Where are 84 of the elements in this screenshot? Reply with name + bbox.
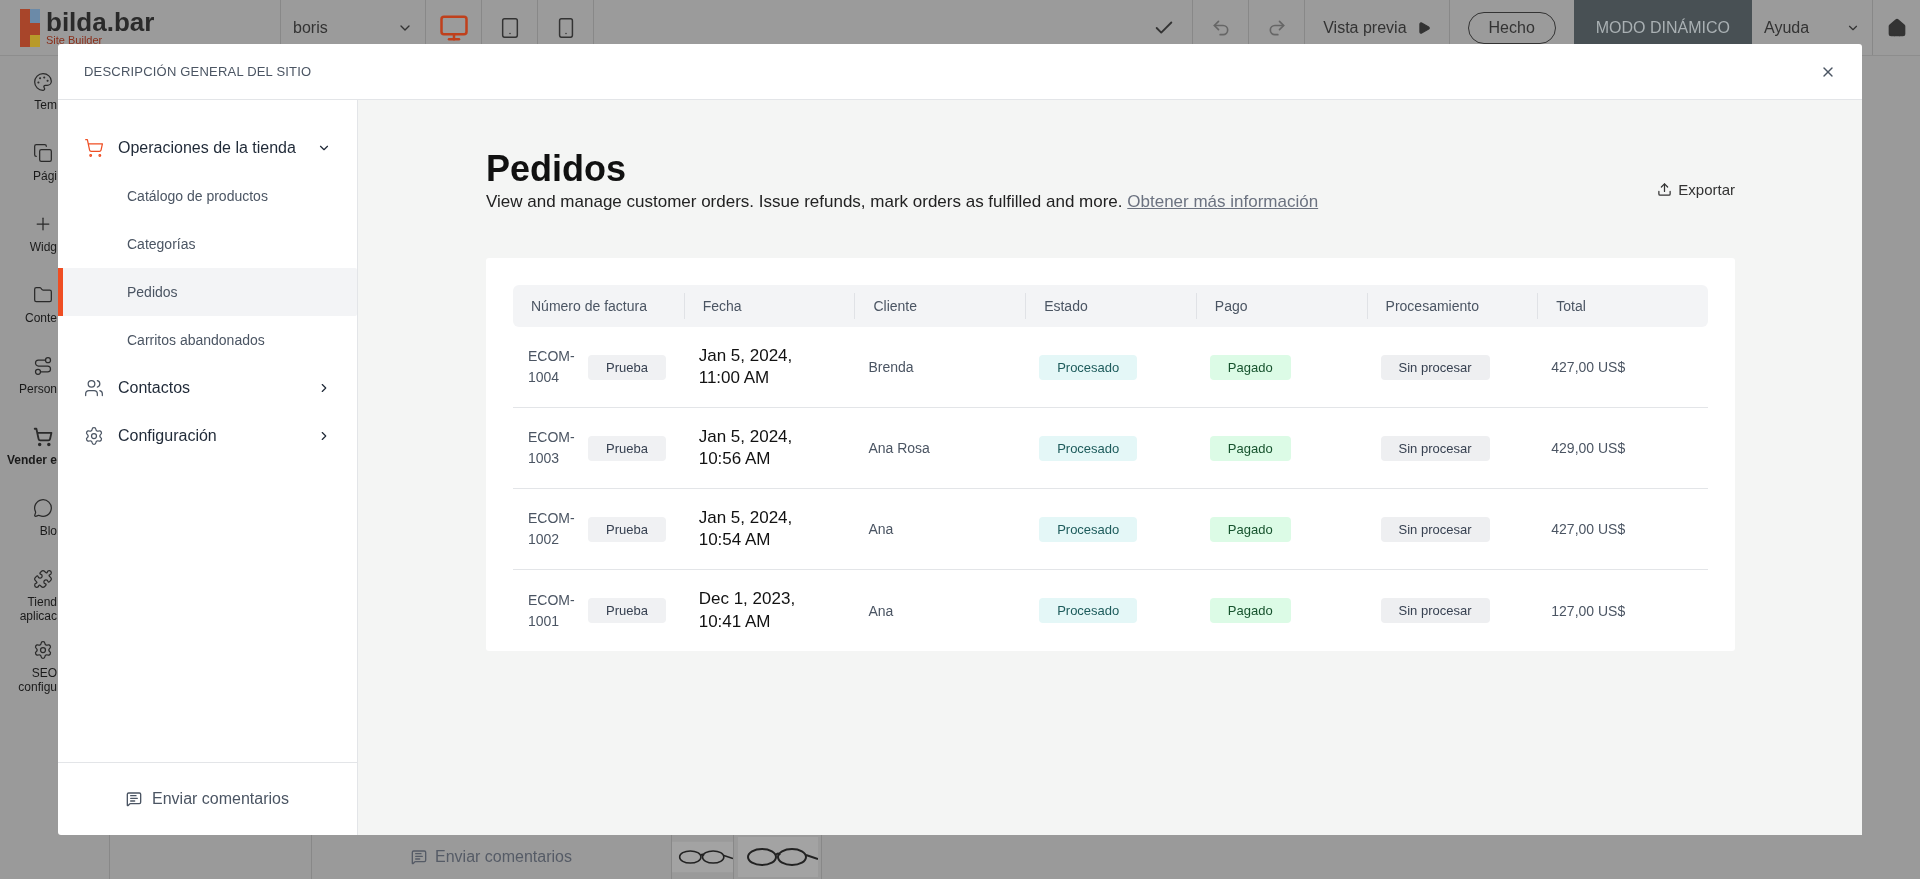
customer-name: Brenda	[868, 359, 914, 375]
sidebar-label[interactable]: configu	[18, 680, 57, 695]
folder-icon[interactable]	[33, 285, 53, 305]
dialog-title: DESCRIPCIÓN GENERAL DEL SITIO	[84, 64, 312, 79]
order-date: Jan 5, 2024, 10:54 AM	[698, 506, 794, 551]
sidebar-label[interactable]: Conte	[24, 311, 57, 326]
processing-tag: Sin procesar	[1380, 598, 1490, 623]
pages-icon[interactable]	[33, 143, 53, 163]
nav-group[interactable]: Contactos	[58, 364, 357, 412]
processing-tag: Sin procesar	[1380, 435, 1490, 461]
column-header: Fecha	[702, 298, 742, 314]
logo-subtitle: Site Builder	[46, 35, 104, 46]
test-tag: Prueba	[588, 516, 666, 542]
sidebar-label[interactable]: SEO	[31, 666, 57, 681]
sidebar-label[interactable]: Tem	[34, 98, 57, 113]
order-date: Jan 5, 2024, 11:00 AM	[698, 344, 794, 389]
puzzle-icon[interactable]	[33, 569, 53, 589]
palette-icon[interactable]	[33, 72, 53, 92]
test-tag: Prueba	[588, 435, 666, 461]
nav-item[interactable]: Catálogo de productos	[58, 172, 357, 220]
order-total: 127,00 US$	[1551, 602, 1626, 619]
comment-icon	[411, 849, 427, 865]
status-tag: Procesado	[1039, 516, 1138, 542]
nav-group[interactable]: Configuración	[58, 412, 357, 460]
sidebar-label[interactable]: Tiend	[27, 595, 57, 610]
sidebar-label[interactable]: Blo	[39, 524, 57, 539]
column-header: Estado	[1044, 298, 1088, 314]
nav-item[interactable]: Pedidos	[58, 268, 357, 316]
payment-tag: Pagado	[1209, 598, 1291, 623]
status-tag: Procesado	[1039, 598, 1138, 623]
invoice-number: ECOM-1003	[528, 428, 576, 468]
help-menu[interactable]: Ayuda	[1752, 0, 1872, 55]
logo-icon	[20, 8, 40, 47]
comment-icon	[126, 791, 142, 807]
sidebar-label[interactable]: Vender e	[6, 453, 57, 468]
page-description: View and manage customer orders. Issue refunds, mark orders as fulfilled and more. Obtener más información	[486, 192, 1319, 212]
payment-tag: Pagado	[1209, 435, 1291, 461]
payment-tag: Pagado	[1209, 354, 1291, 380]
export-button[interactable]: Exportar	[1657, 181, 1735, 198]
play-icon	[1416, 20, 1431, 35]
invoice-number: ECOM-1001	[528, 590, 576, 631]
column-header: Total	[1556, 298, 1586, 314]
home-icon	[1886, 17, 1907, 38]
path-icon[interactable]	[33, 356, 53, 376]
invoice-number: ECOM-1004	[528, 347, 576, 387]
processing-tag: Sin procesar	[1380, 354, 1490, 380]
sidebar-label[interactable]: Widg	[29, 240, 57, 255]
nav-group[interactable]: Operaciones de la tienda	[58, 124, 357, 172]
sidebar-label[interactable]: Person	[18, 382, 57, 397]
order-total: 427,00 US$	[1551, 521, 1626, 537]
chat-icon[interactable]	[33, 498, 53, 518]
sidebar-label[interactable]: aplicac	[19, 609, 57, 624]
settings-icon	[84, 426, 104, 446]
customer-name: Ana	[868, 521, 894, 537]
sidebar-label[interactable]: Pági	[32, 169, 57, 184]
column-header: Número de factura	[531, 298, 647, 314]
logo-text: bilda.bar	[46, 9, 155, 35]
order-total: 429,00 US$	[1551, 440, 1626, 456]
gear-icon[interactable]	[33, 640, 53, 660]
column-header: Pago	[1214, 298, 1248, 314]
cart-icon	[84, 138, 104, 158]
learn-more-link[interactable]: Obtener más información	[1127, 192, 1319, 211]
column-header: Cliente	[873, 298, 917, 314]
order-date: Jan 5, 2024, 10:56 AM	[698, 425, 794, 470]
order-date: Dec 1, 2023, 10:41 AM	[698, 588, 797, 633]
upload-icon	[1657, 182, 1673, 197]
feedback-button[interactable]: Enviar comentarios	[120, 789, 295, 809]
payment-tag: Pagado	[1209, 516, 1291, 542]
order-total: 427,00 US$	[1551, 359, 1626, 375]
column-header: Procesamiento	[1385, 298, 1479, 314]
invoice-number: ECOM-1002	[528, 509, 576, 549]
test-tag: Prueba	[588, 354, 666, 380]
nav-item[interactable]: Categorías	[58, 220, 357, 268]
page-title: Pedidos	[486, 148, 628, 190]
undo-icon	[1210, 17, 1231, 38]
status-tag: Procesado	[1039, 435, 1138, 461]
nav-item[interactable]: Carritos abandonados	[58, 316, 357, 364]
cart-icon[interactable]	[33, 427, 53, 447]
customer-name: Ana Rosa	[868, 440, 930, 456]
customer-name: Ana	[868, 602, 894, 619]
status-tag: Procesado	[1039, 354, 1138, 380]
users-icon	[84, 378, 104, 398]
test-tag: Prueba	[588, 598, 666, 623]
processing-tag: Sin procesar	[1380, 516, 1490, 542]
